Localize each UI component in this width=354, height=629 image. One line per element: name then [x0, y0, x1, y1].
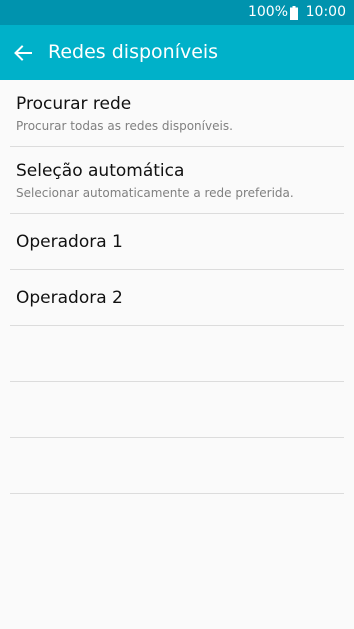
list-item-title: Operadora 1: [16, 232, 123, 252]
page-title: Redes disponíveis: [48, 41, 219, 63]
app-bar: Redes disponíveis: [0, 25, 354, 80]
list-item-title: Procurar rede: [16, 94, 132, 114]
list-item-operator-1[interactable]: Operadora 1: [10, 214, 344, 270]
list-item-title: Seleção automática: [16, 161, 185, 181]
list-item-title: Operadora 2: [16, 288, 123, 308]
list-item-automatic-selection[interactable]: Seleção automática Selecionar automatica…: [10, 147, 344, 214]
back-button[interactable]: [10, 39, 38, 67]
empty-list-row: [10, 326, 344, 382]
network-list: Procurar rede Procurar todas as redes di…: [0, 80, 354, 494]
list-item-subtitle: Procurar todas as redes disponíveis.: [16, 119, 233, 133]
status-bar: 100% 10:00: [0, 0, 354, 25]
list-item-search-network[interactable]: Procurar rede Procurar todas as redes di…: [10, 80, 344, 147]
list-item-subtitle: Selecionar automaticamente a rede prefer…: [16, 186, 294, 200]
empty-list-row: [10, 438, 344, 494]
clock: 10:00: [305, 4, 346, 20]
battery-icon: [290, 5, 298, 20]
battery-percentage: 100%: [247, 4, 288, 20]
empty-list-row: [10, 382, 344, 438]
arrow-left-icon: [14, 45, 32, 61]
list-item-operator-2[interactable]: Operadora 2: [10, 270, 344, 326]
